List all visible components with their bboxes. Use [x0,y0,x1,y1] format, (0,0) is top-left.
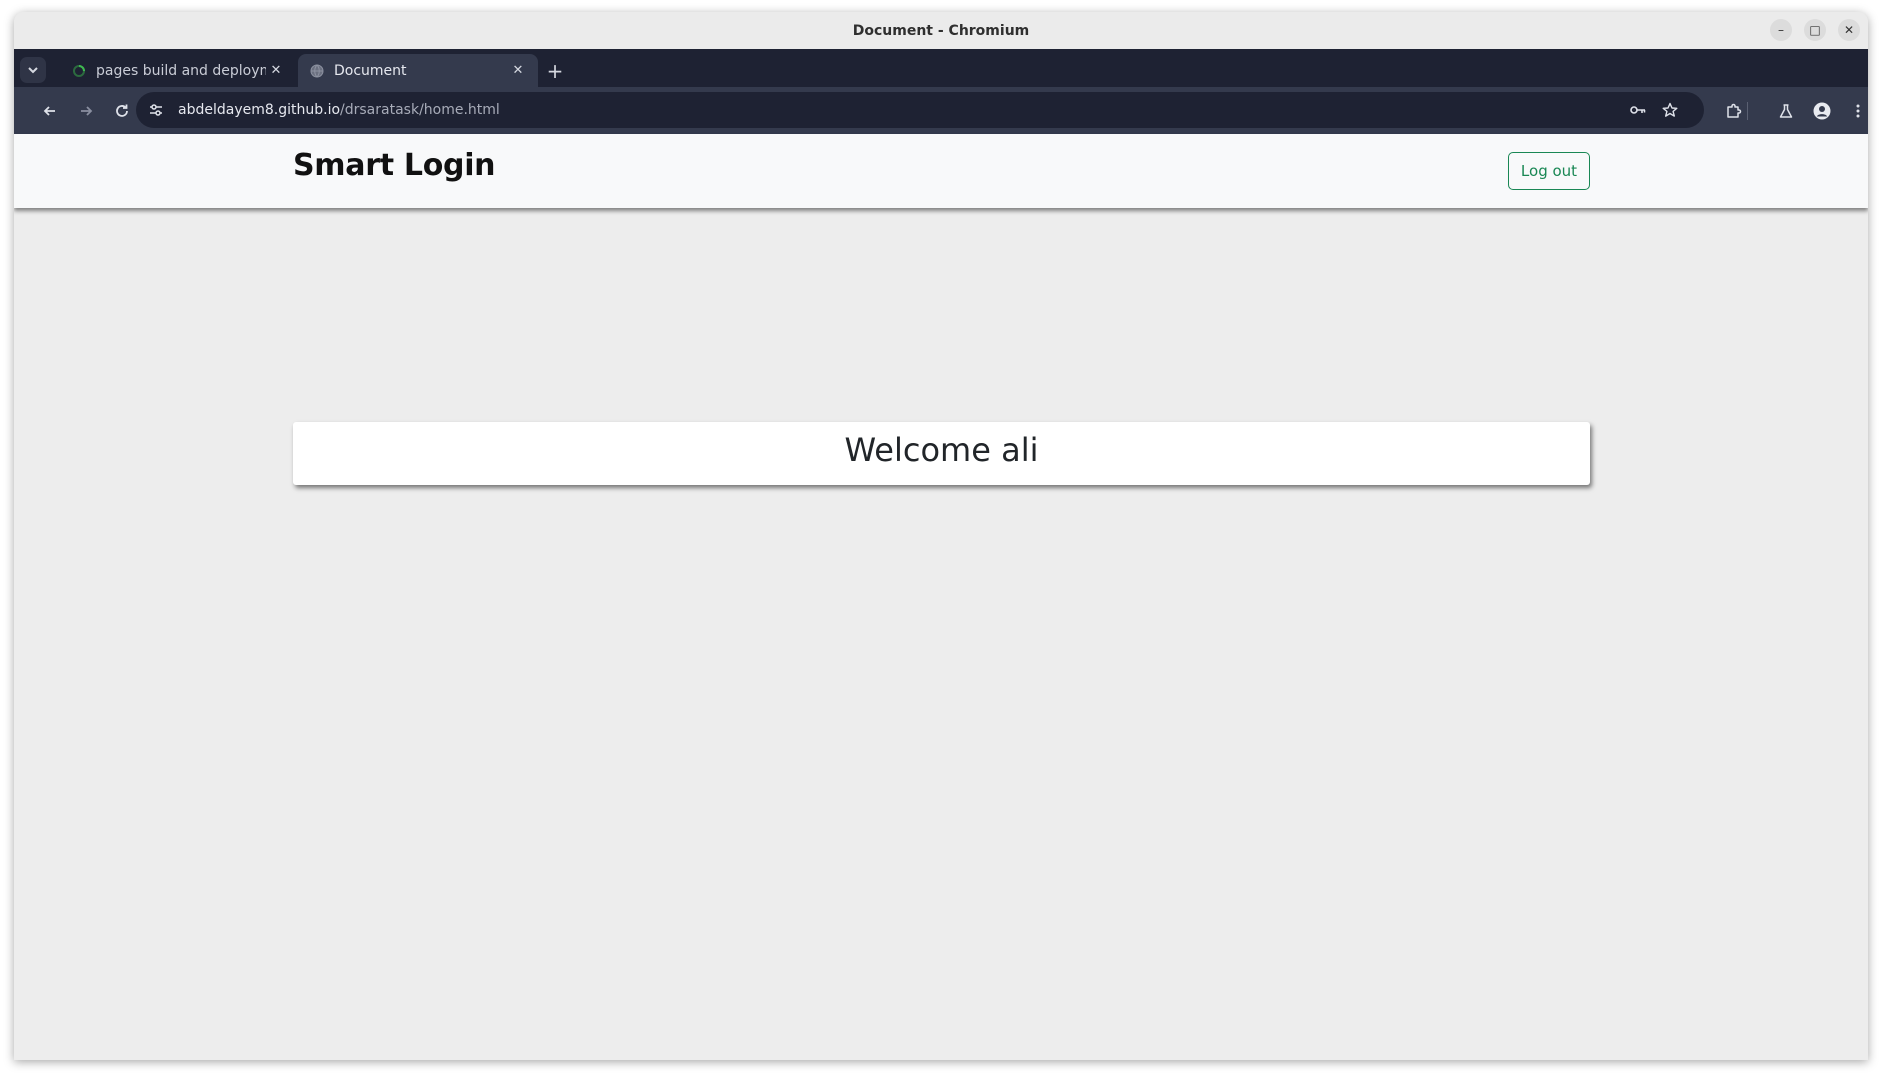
more-vertical-icon [1856,104,1860,118]
window-title: Document - Chromium [852,22,1030,39]
welcome-message: Welcome ali [844,430,1039,469]
password-key-button[interactable] [1624,96,1652,124]
back-button[interactable] [36,97,64,125]
bookmark-button[interactable] [1656,96,1684,124]
key-icon [1630,106,1646,114]
chevron-down-icon [28,67,38,74]
browser-toolbar: abdeldayem8.github.io/drsaratask/home.ht… [14,87,1868,134]
tab-document[interactable]: Document ✕ [298,54,538,87]
minimize-button[interactable]: – [1770,19,1792,41]
close-window-button[interactable]: ✕ [1838,19,1860,41]
tab-title: pages build and deploym [96,62,266,79]
navbar: Smart Login Log out [14,134,1868,208]
new-tab-button[interactable]: + [542,58,568,84]
url-path: /drsaratask/home.html [340,102,500,118]
url-host: abdeldayem8.github.io [178,102,341,118]
labs-button[interactable] [1772,97,1800,125]
logout-button[interactable]: Log out [1508,152,1590,190]
forward-button[interactable] [72,97,100,125]
arrow-left-icon [43,106,55,116]
extensions-button[interactable] [1720,97,1748,125]
puzzle-icon [1727,103,1742,118]
page-content: Smart Login Log out Welcome ali [14,134,1868,1060]
close-tab-icon[interactable]: ✕ [266,61,286,81]
toolbar-divider [1747,102,1748,120]
tab-title: Document [334,62,407,79]
address-bar[interactable]: abdeldayem8.github.io/drsaratask/home.ht… [136,92,1704,128]
welcome-card: Welcome ali [293,422,1590,485]
window-controls: – □ ✕ [1770,19,1860,41]
tab-search-button[interactable] [20,57,46,83]
globe-icon [310,64,324,77]
url-text: abdeldayem8.github.io/drsaratask/home.ht… [178,102,500,118]
menu-button[interactable] [1844,97,1868,125]
flask-icon [1779,104,1793,118]
title-bar: Document - Chromium – □ ✕ [14,12,1868,49]
star-icon [1662,102,1678,117]
profile-button[interactable] [1808,97,1836,125]
arrow-right-icon [81,106,93,116]
browser-window: Document - Chromium – □ ✕ pages build an… [14,12,1868,1060]
person-icon [1813,102,1831,120]
site-info-button[interactable] [142,96,170,124]
spinner-icon [73,64,85,77]
reload-button[interactable] [108,97,136,125]
tune-icon [150,104,162,116]
close-tab-icon[interactable]: ✕ [508,61,528,81]
brand-title: Smart Login [293,148,496,183]
maximize-button[interactable]: □ [1804,19,1826,41]
tab-pages-build[interactable]: pages build and deploym ✕ [60,54,296,87]
tab-strip: pages build and deploym ✕ Document ✕ + [14,49,1868,87]
reload-icon [116,104,128,117]
